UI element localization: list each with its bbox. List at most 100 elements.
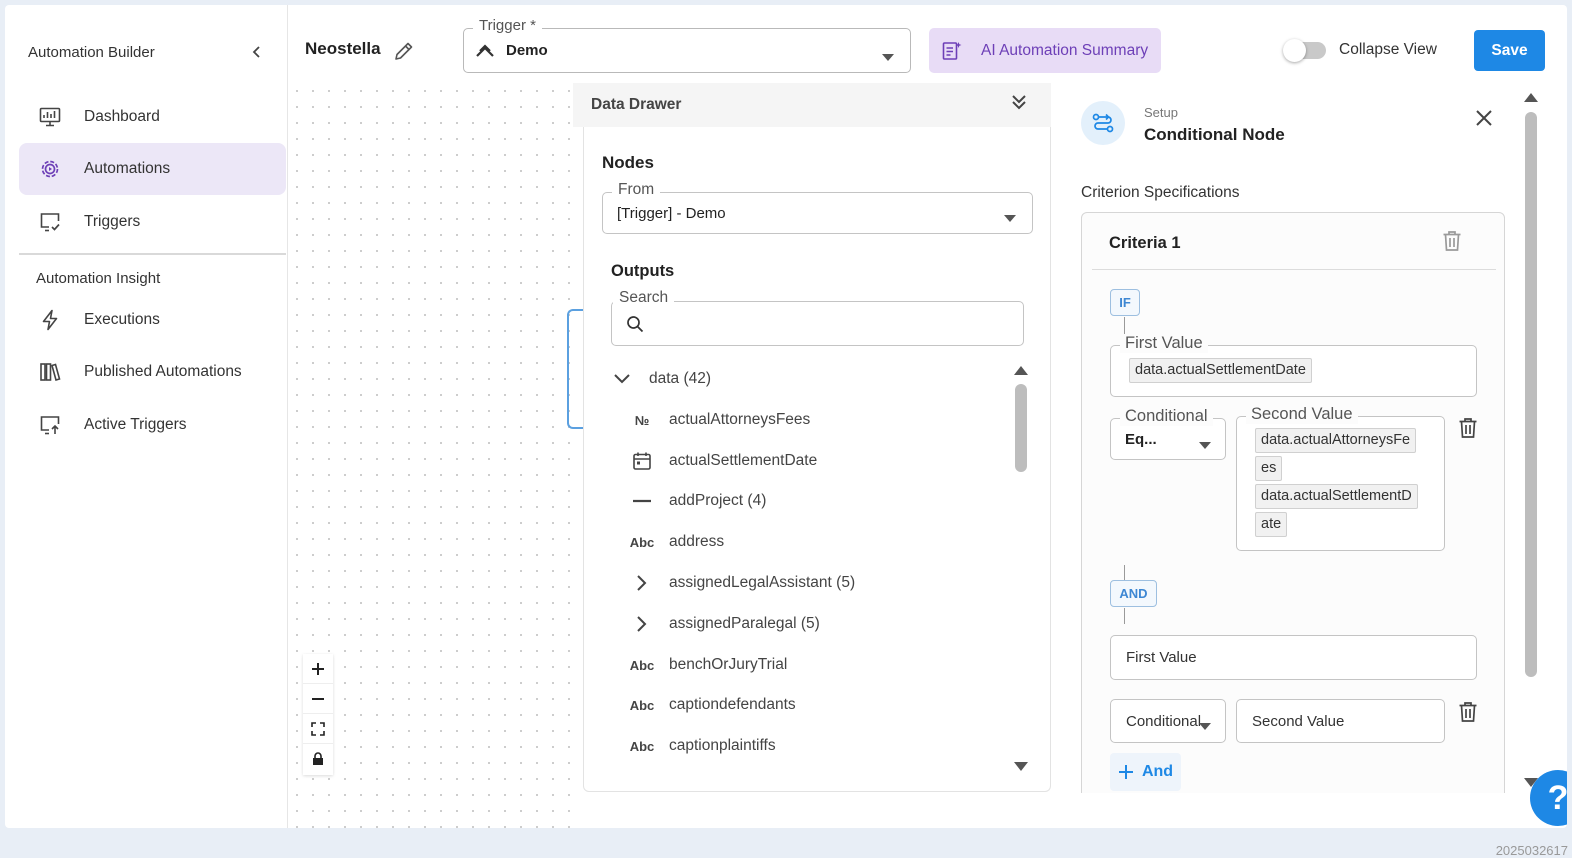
library-books-icon — [38, 360, 62, 384]
trigger-label: Trigger * — [473, 17, 542, 34]
workflow-node-edge[interactable] — [567, 309, 583, 429]
zoom-controls — [303, 654, 333, 775]
setup-scrollbar[interactable] — [1519, 90, 1541, 790]
tree-item-add-project[interactable]: addProject (4) — [630, 486, 766, 516]
close-setup-button[interactable] — [1475, 109, 1493, 132]
data-drawer: Nodes From [Trigger] - Demo Outputs Sear… — [583, 127, 1051, 792]
screen-check-icon — [38, 210, 62, 234]
delete-condition-button-2[interactable] — [1458, 701, 1478, 728]
project-name: Neostella — [305, 39, 381, 58]
tree-item-bench-or-jury-trial[interactable]: Abc benchOrJuryTrial — [630, 650, 788, 680]
tree-item-label: assignedParalegal (5) — [669, 615, 820, 632]
collapse-view-label: Collapse View — [1339, 41, 1437, 58]
collapse-view-toggle[interactable] — [1283, 39, 1326, 62]
delete-criteria-button[interactable] — [1442, 230, 1462, 257]
fit-view-button[interactable] — [303, 714, 333, 744]
second-value-field-2[interactable]: Second Value — [1236, 699, 1445, 743]
tree-item-address[interactable]: Abc address — [630, 527, 724, 557]
first-value-field-1[interactable]: First Value data.actualSettlementDate — [1110, 334, 1477, 397]
tree-item-label: benchOrJuryTrial — [669, 656, 788, 673]
sidebar-item-triggers[interactable]: Triggers — [19, 196, 286, 248]
trash-icon — [1443, 231, 1461, 251]
second-value-field-1[interactable]: Second Value data.actualAttorneysFe es d… — [1236, 405, 1445, 551]
chevron-right-icon — [630, 571, 654, 595]
tree-item-assigned-paralegal[interactable]: assignedParalegal (5) — [630, 609, 820, 639]
plus-icon — [312, 662, 324, 675]
chevron-down-icon — [610, 367, 634, 391]
tree-item-actual-settlement-date[interactable]: actualSettlementDate — [630, 446, 817, 476]
sidebar-item-label: Triggers — [84, 213, 141, 230]
text-type-icon: Abc — [629, 697, 655, 713]
criteria-card: Criteria 1 IF First Value data.actualSet… — [1081, 212, 1505, 793]
search-input[interactable] — [652, 310, 1012, 338]
tree-item-label: assignedLegalAssistant (5) — [669, 574, 856, 591]
close-icon — [1476, 110, 1492, 126]
sidebar-item-dashboard[interactable]: Dashboard — [19, 91, 286, 143]
sidebar-item-automations[interactable]: Automations — [19, 143, 286, 195]
trash-icon — [1459, 702, 1477, 722]
fit-view-icon — [311, 721, 325, 736]
tree-item-label: captionplaintiffs — [669, 737, 776, 754]
search-label: Search — [613, 289, 675, 307]
sidebar-item-label: Dashboard — [84, 108, 160, 125]
outputs-scrollbar[interactable] — [1010, 362, 1032, 777]
tree-item-actual-attorneys-fees[interactable]: № actualAttorneysFees — [630, 405, 811, 435]
scroll-down-arrow-icon — [1014, 762, 1028, 771]
connector-line — [1124, 565, 1125, 581]
connector-line — [1124, 317, 1125, 335]
tree-item-assigned-legal-assistant[interactable]: assignedLegalAssistant (5) — [630, 568, 855, 598]
trash-icon — [1459, 418, 1477, 438]
value-chip[interactable]: data.actualAttorneysFe — [1255, 428, 1417, 453]
first-value-field-2[interactable]: First Value — [1110, 635, 1477, 680]
collapse-sidebar-button[interactable] — [246, 41, 268, 63]
scrollbar-thumb[interactable] — [1015, 384, 1027, 472]
conditional-select-1[interactable]: Conditional Eq... — [1110, 407, 1226, 460]
dash-icon — [630, 489, 654, 513]
collapse-drawer-button[interactable] — [1011, 93, 1027, 116]
zoom-in-button[interactable] — [303, 654, 333, 684]
value-chip[interactable]: data.actualSettlementD — [1255, 484, 1418, 509]
delete-condition-button-1[interactable] — [1458, 417, 1478, 444]
data-drawer-title: Data Drawer — [591, 96, 682, 113]
from-node-select[interactable]: From [Trigger] - Demo — [602, 181, 1033, 234]
sidebar-item-published-automations[interactable]: Published Automations — [19, 346, 286, 398]
outputs-heading: Outputs — [611, 262, 675, 280]
tree-item-caption-defendants[interactable]: Abc captiondefendants — [630, 690, 796, 720]
sidebar-item-active-triggers[interactable]: Active Triggers — [19, 399, 286, 451]
ai-automation-summary-button[interactable]: AI Automation Summary — [929, 28, 1161, 73]
conditional-placeholder: Conditional — [1126, 713, 1202, 730]
connector-line — [1124, 608, 1125, 624]
save-button[interactable]: Save — [1474, 30, 1545, 71]
criterion-specifications-heading: Criterion Specifications — [1081, 184, 1240, 201]
calendar-icon — [630, 449, 654, 473]
caret-down-icon — [882, 48, 894, 66]
sidebar-item-label: Active Triggers — [84, 416, 187, 433]
first-value-label: First Value — [1120, 334, 1208, 353]
tree-item-label: addProject (4) — [669, 492, 767, 509]
sidebar-title: Automation Builder — [28, 43, 155, 61]
value-chip[interactable]: data.actualSettlementDate — [1129, 358, 1312, 383]
sidebar-divider — [19, 253, 286, 255]
chevron-left-icon — [252, 46, 260, 58]
nodes-heading: Nodes — [602, 153, 654, 172]
tree-item-caption-plaintiffs[interactable]: Abc captionplaintiffs — [630, 731, 776, 761]
gear-cog-icon — [38, 157, 62, 181]
zoom-out-button[interactable] — [303, 684, 333, 714]
conditional-select-2[interactable]: Conditional — [1110, 699, 1226, 743]
caret-down-icon — [1199, 436, 1211, 454]
add-and-condition-button[interactable]: And — [1110, 753, 1181, 791]
tree-item-label: data (42) — [649, 370, 712, 387]
sidebar-item-executions[interactable]: Executions — [19, 294, 286, 346]
scrollbar-thumb[interactable] — [1525, 112, 1537, 677]
pencil-edit-icon[interactable] — [393, 40, 415, 67]
value-chip[interactable]: es — [1255, 456, 1283, 481]
lock-canvas-button[interactable] — [303, 744, 333, 774]
tree-item-data[interactable]: data (42) — [610, 364, 711, 394]
value-chip[interactable]: ate — [1255, 512, 1288, 537]
conditional-label: Conditional — [1120, 407, 1213, 426]
monitor-chart-icon — [38, 105, 62, 129]
caret-down-icon — [1199, 717, 1211, 735]
trigger-select[interactable]: Trigger * Demo — [463, 17, 911, 73]
setup-panel: Setup Conditional Node Criterion Specifi… — [1061, 83, 1513, 793]
second-value-label: Second Value — [1246, 405, 1358, 424]
